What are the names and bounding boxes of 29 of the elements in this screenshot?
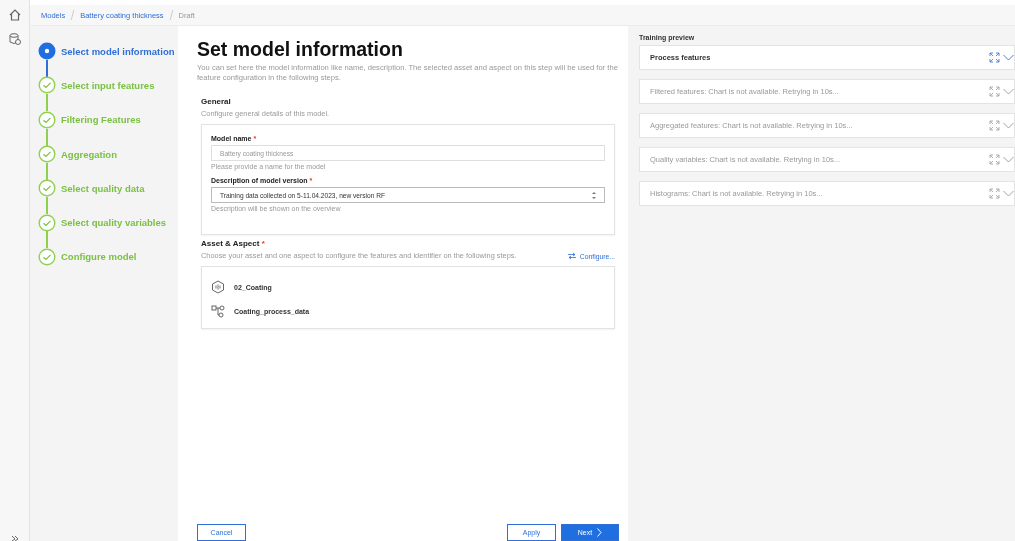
expand-icon[interactable] [989,120,1000,131]
step-label[interactable]: Select model information [61,45,175,57]
home-icon[interactable] [7,8,22,22]
step-label[interactable]: Filtering Features [61,114,141,126]
chevron-down-icon[interactable] [1003,88,1014,95]
node-diagram-icon [211,304,225,318]
step-label[interactable]: Select quality data [61,182,145,194]
chevron-right-icon [597,528,603,537]
page-title: Set model information [197,38,404,61]
database-icon[interactable] [7,32,22,46]
expand-icon[interactable] [989,86,1000,97]
expand-icon[interactable] [989,52,1000,63]
expand-icon[interactable] [989,188,1000,199]
chevron-down-icon[interactable] [1003,54,1014,61]
expand-icon[interactable] [11,536,19,541]
expand-icon[interactable] [989,154,1000,165]
step-label[interactable]: Select quality variables [61,217,167,229]
step-label[interactable]: Select input features [61,79,155,91]
section-title: General [201,97,232,106]
hexagon-icon [211,280,225,294]
chevron-down-icon[interactable] [1003,156,1014,163]
required-mark: * [261,239,265,248]
chevron-down-icon[interactable] [1003,122,1014,129]
swap-arrows-icon [566,252,577,260]
section-title: Asset & Aspect [201,239,260,248]
step-label[interactable]: Configure model [61,251,137,263]
chevron-down-icon[interactable] [1003,190,1014,197]
step-label[interactable]: Aggregation [61,148,117,160]
spinner-icon[interactable] [592,190,596,200]
